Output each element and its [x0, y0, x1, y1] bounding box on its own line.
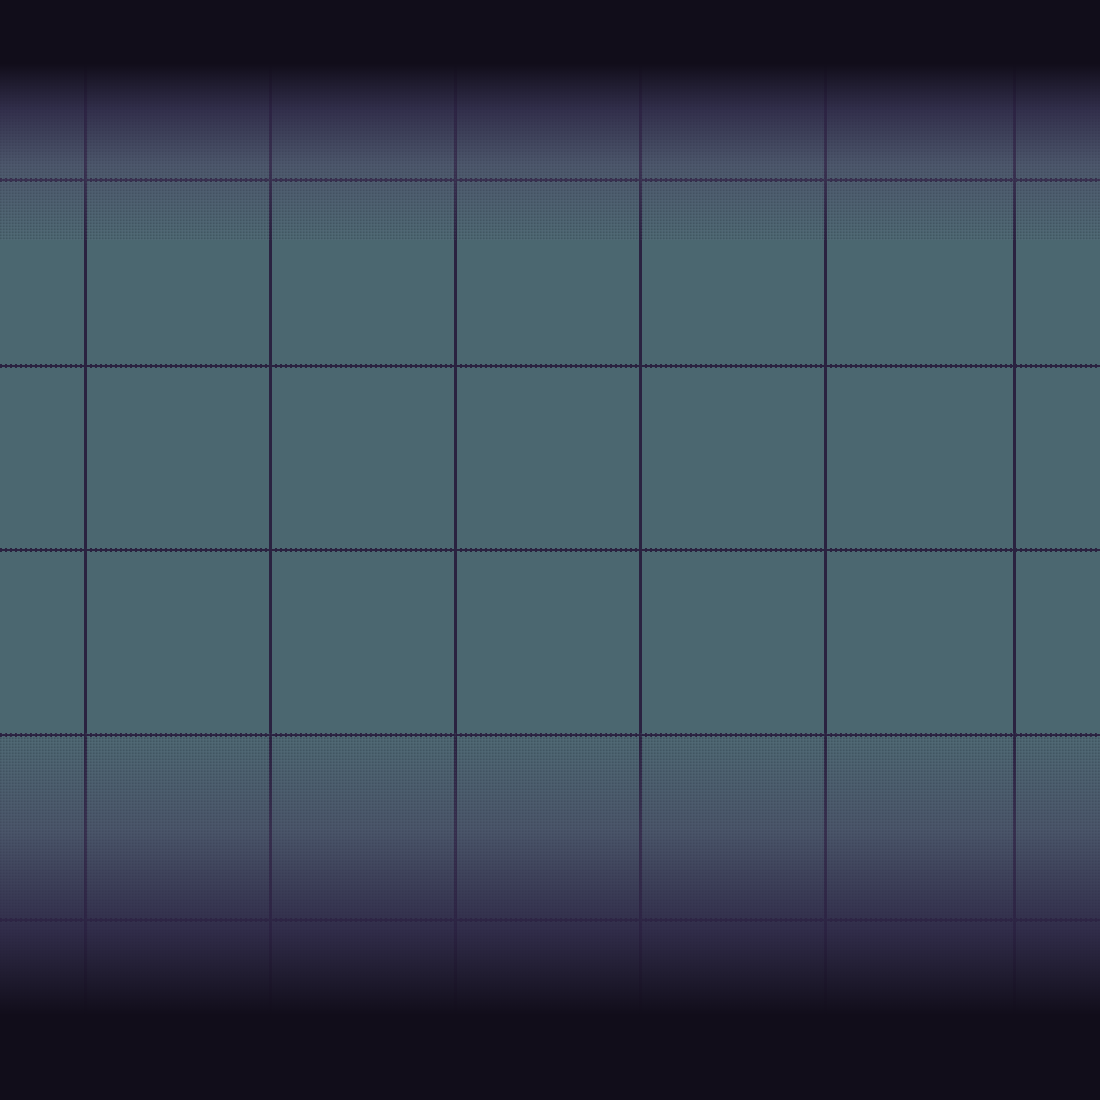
grid-line-horizontal: [0, 548, 1100, 552]
screen: [0, 0, 1100, 1100]
dither-texture-top: [0, 62, 1100, 240]
grid-line-horizontal: [0, 364, 1100, 368]
dither-texture-bottom: [0, 733, 1100, 1018]
